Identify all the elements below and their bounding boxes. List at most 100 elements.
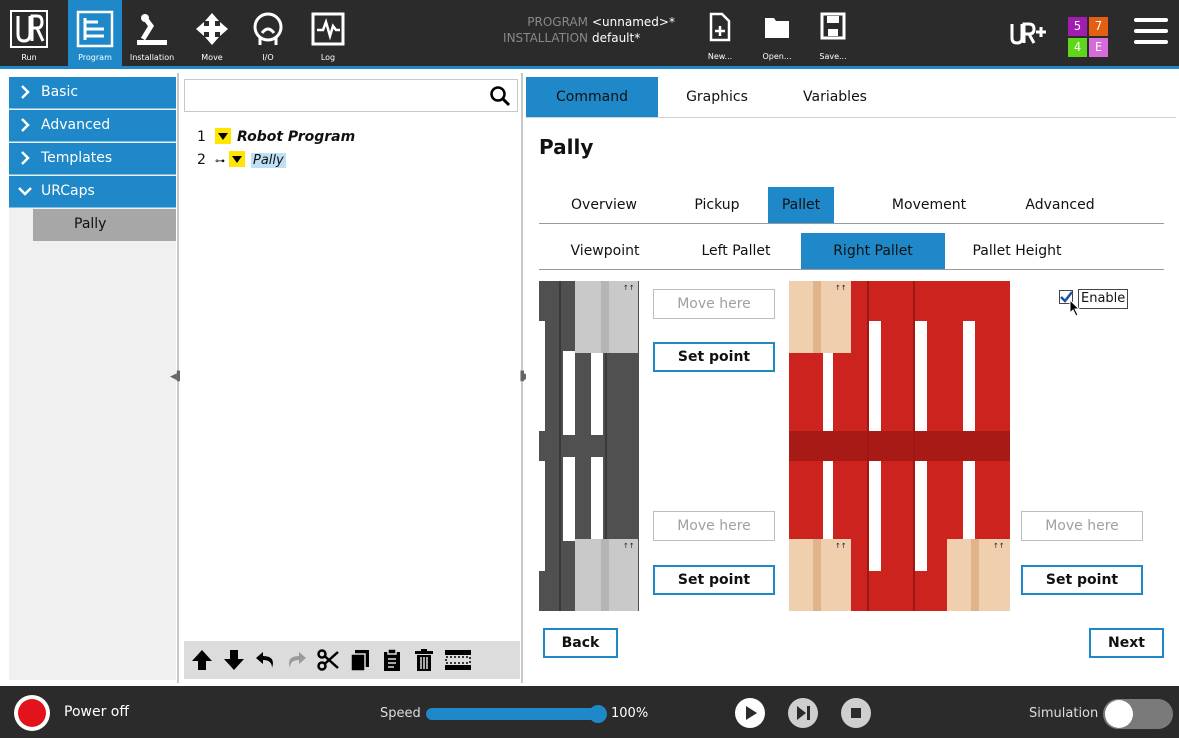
chevron-right-icon [21,118,30,132]
right-set-point-button[interactable]: Set point [1021,565,1143,595]
search-icon[interactable] [489,85,511,107]
move-icon [196,13,228,45]
top-bar: Run Program Installation Move I/O Log PR… [0,0,1179,68]
nav-installation-button[interactable]: Installation [124,0,180,66]
left-top-move-here-button[interactable]: Move here [653,289,775,319]
nav-move-label: Move [201,53,223,62]
back-button[interactable]: Back [543,628,618,658]
left-bottom-set-point-button[interactable]: Set point [653,565,775,595]
new-button[interactable]: New... [700,12,740,64]
nav-installation-label: Installation [129,53,175,62]
save-button[interactable]: Save... [813,12,853,64]
right-pallet-image: ↑↑ ↑↑ ↑↑ [789,281,1010,611]
undo-icon[interactable] [254,648,278,672]
program-info: PROGRAM <unnamed>* INSTALLATION default* [490,14,700,46]
tab-pickup[interactable]: Pickup [672,187,762,223]
sidebar-item-pally[interactable]: Pally [33,209,176,241]
play-button[interactable] [735,698,765,728]
copy-icon[interactable] [348,648,372,672]
program-name: <unnamed>* [592,15,675,29]
ur-logo-icon [10,10,48,48]
open-label: Open... [762,52,792,61]
io-icon [253,12,283,45]
program-key: PROGRAM [527,15,588,29]
next-button[interactable]: Next [1089,628,1164,658]
tree-node-label: Pally [251,153,286,168]
bottom-bar: Power off Speed 100% Simulation [0,686,1179,738]
suppress-icon[interactable] [444,648,472,672]
hamburger-menu-icon[interactable] [1134,18,1168,48]
urcaps-plus-icon[interactable] [1008,14,1048,52]
installation-icon [137,14,167,45]
speed-label: Speed [380,706,421,721]
nav-run-label: Run [21,53,37,62]
tab-graphics[interactable]: Graphics [658,77,776,117]
tab-pallet-height[interactable]: Pallet Height [952,233,1082,269]
tab-movement[interactable]: Movement [870,187,988,223]
enable-label[interactable]: Enable [1078,289,1129,309]
right-move-here-button[interactable]: Move here [1021,511,1143,541]
nav-program-button[interactable]: Program [68,0,122,66]
tree-node-robot-program[interactable]: 1 Robot Program [197,127,355,147]
tab-viewpoint[interactable]: Viewpoint [552,233,658,269]
stop-button[interactable] [841,698,871,728]
power-icon[interactable] [14,695,50,731]
enable-checkbox[interactable]: Enable [1059,289,1129,317]
tab-advanced[interactable]: Advanced [1006,187,1114,223]
tab-command[interactable]: Command [526,77,658,117]
tree-search-input[interactable] [184,79,518,112]
log-icon [311,12,345,46]
folder-icon [765,18,789,38]
left-bottom-move-here-button[interactable]: Move here [653,511,775,541]
tab-variables[interactable]: Variables [776,77,894,117]
counter-badge: E [1089,38,1108,57]
installation-key: INSTALLATION [503,31,588,45]
collapse-left-icon[interactable]: ◀▌ [170,372,184,388]
simulation-label: Simulation [1029,706,1099,721]
speed-slider[interactable] [426,708,598,720]
step-icon [797,706,810,720]
nav-log-button[interactable]: Log [304,0,352,66]
new-label: New... [707,52,733,61]
open-button[interactable]: Open... [757,12,797,64]
sidebar-item-basic[interactable]: Basic [9,77,176,109]
sidebar-item-templates[interactable]: Templates [9,143,176,175]
speed-slider-handle[interactable] [589,705,607,723]
cut-icon[interactable] [316,648,340,672]
chevron-right-icon [21,151,30,165]
tree-node-pally[interactable]: 2 ⊶ Pally [197,150,286,170]
play-icon [746,706,757,720]
tree-toolbar [184,641,520,679]
left-top-set-point-button[interactable]: Set point [653,342,775,372]
sidebar-item-urcaps[interactable]: URCaps [9,176,176,208]
paste-icon[interactable] [380,648,404,672]
page-title: Pally [539,135,594,159]
power-status-label[interactable]: Power off [64,704,129,720]
tab-right-pallet[interactable]: Right Pallet [801,233,945,269]
sidebar-item-advanced[interactable]: Advanced [9,110,176,142]
move-down-icon[interactable] [222,648,246,672]
svg-text:↑↑: ↑↑ [835,284,847,292]
nav-move-button[interactable]: Move [188,0,236,66]
nav-log-label: Log [320,53,336,62]
tab-overview[interactable]: Overview [552,187,656,223]
step-button[interactable] [788,698,818,728]
tab-left-pallet[interactable]: Left Pallet [676,233,796,269]
move-up-icon[interactable] [190,648,214,672]
nav-io-button[interactable]: I/O [244,0,292,66]
collapse-triangle-icon[interactable] [229,151,245,167]
tab-pallet[interactable]: Pallet [768,187,834,223]
collapse-triangle-icon[interactable] [215,128,231,144]
delete-icon[interactable] [412,648,436,672]
simulation-toggle[interactable] [1103,699,1173,729]
status-counters[interactable]: 5 7 4 E [1068,17,1108,57]
counter-badge: 5 [1068,17,1087,36]
save-icon [820,12,846,40]
redo-icon[interactable] [284,648,308,672]
chevron-right-icon [21,85,30,99]
sidebar-item-label: Basic [41,84,79,100]
sidebar: Basic Advanced Templates URCaps Pally [9,77,176,680]
topbar-accent-line [0,66,1179,69]
installation-name: default* [592,31,641,45]
nav-run-button[interactable]: Run [6,0,52,66]
